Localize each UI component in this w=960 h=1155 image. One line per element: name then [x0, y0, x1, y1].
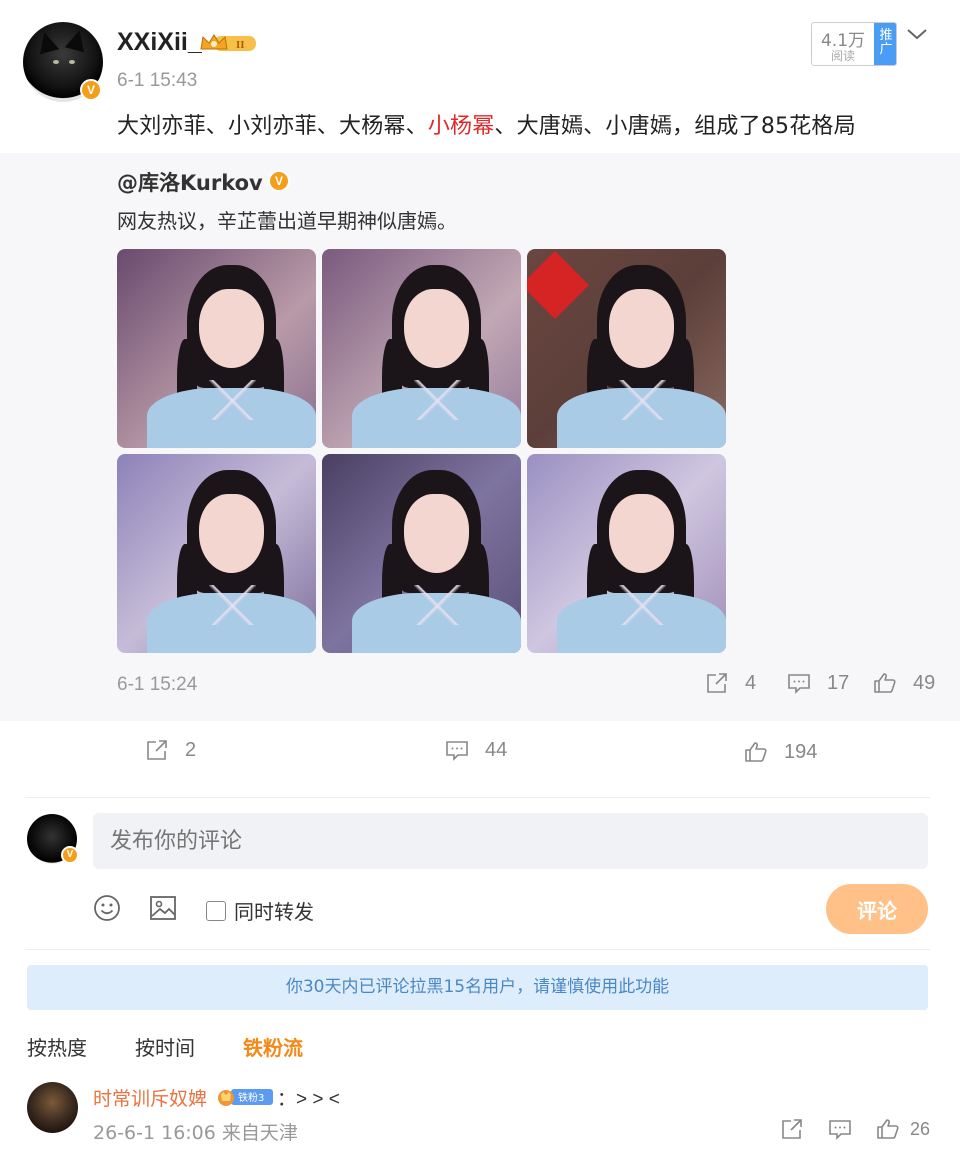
photo-5[interactable] [322, 454, 521, 653]
comment-like-button[interactable]: 26 [876, 1117, 930, 1141]
photo-3[interactable] [527, 249, 726, 448]
thumbs-up-icon [877, 1119, 899, 1139]
read-count-box[interactable]: 4.1万 阅读 推广 [811, 22, 897, 66]
repost-share-count: 4 [745, 671, 757, 694]
post-text-part: 、大唐嫣、小唐嫣，组成了85花格局 [494, 114, 856, 139]
comment-icon [446, 741, 468, 761]
checkbox-box[interactable] [206, 900, 226, 921]
chevron-down-icon[interactable] [906, 25, 928, 43]
repost-author-name[interactable]: @库洛Kurkov [117, 171, 263, 195]
svg-text:II: II [236, 39, 245, 51]
share-count: 2 [185, 738, 197, 761]
comment-icon [829, 1120, 851, 1140]
thumbs-up-icon [745, 742, 767, 762]
comment-meta: 26-6-1 16:06 来自天津 [93, 1122, 298, 1144]
photo-4[interactable] [117, 454, 316, 653]
blacklist-notice: 你30天内已评论拉黑15名用户，请谨慎使用此功能 [27, 965, 928, 1010]
submit-comment-button[interactable]: 评论 [826, 884, 928, 934]
commenter-avatar[interactable] [27, 1082, 78, 1133]
repost-share-button[interactable]: 4 [705, 671, 756, 695]
thumbs-up-icon [874, 673, 896, 693]
share-button[interactable]: 2 [145, 738, 196, 762]
fan-badge: 铁粉3 [218, 1089, 273, 1106]
share-icon [147, 740, 167, 760]
image-icon[interactable] [148, 893, 178, 923]
emoji-icon[interactable] [92, 893, 122, 923]
divider [25, 797, 930, 798]
comment-share-button[interactable] [780, 1117, 804, 1141]
vip-crown-icon: II [200, 34, 256, 51]
fan-badge-label: 铁粉3 [238, 1091, 264, 1104]
repost-time[interactable]: 6-1 15:24 [117, 674, 197, 696]
share-icon [782, 1119, 802, 1139]
comment-count: 44 [485, 738, 508, 761]
divider [25, 949, 930, 950]
post-text-part: 大刘亦菲、小刘亦菲、大杨幂、 [117, 114, 428, 139]
photo-2[interactable] [322, 249, 521, 448]
sort-by-hot-tab[interactable]: 按热度 [27, 1032, 87, 1061]
repost-text: 网友热议，辛芷蕾出道早期神似唐嫣。 [117, 209, 457, 233]
post-time[interactable]: 6-1 15:43 [117, 70, 197, 92]
like-button[interactable]: 194 [744, 740, 817, 764]
photo-6[interactable] [527, 454, 726, 653]
comment-input[interactable] [93, 813, 928, 869]
verified-badge-icon: V [61, 846, 79, 864]
repost-like-count: 49 [913, 671, 936, 694]
like-count: 194 [784, 740, 818, 763]
photo-1[interactable] [117, 249, 316, 448]
commenter-name[interactable]: 时常训斥奴婢 [93, 1084, 207, 1111]
repost-author[interactable]: @库洛Kurkov [117, 167, 263, 197]
share-icon [707, 673, 727, 693]
photo-grid [117, 249, 727, 653]
comment-like-count: 26 [910, 1118, 931, 1139]
sort-by-time-tab[interactable]: 按时间 [135, 1032, 195, 1061]
repost-like-button[interactable]: 49 [873, 671, 935, 695]
repost-comment-count: 17 [827, 671, 850, 694]
reposted-card: @库洛Kurkov V 网友热议，辛芷蕾出道早期神似唐嫣。 6-1 15:24 … [0, 153, 960, 721]
repost-comment-button[interactable]: 17 [787, 671, 849, 695]
post-text-highlight[interactable]: 小杨幂 [428, 114, 495, 139]
comment-button[interactable]: 44 [445, 738, 507, 762]
read-label: 阅读 [830, 49, 855, 63]
author-name[interactable]: XXiXii_ [117, 28, 202, 57]
post-text: 大刘亦菲、小刘亦菲、大杨幂、小杨幂、大唐嫣、小唐嫣，组成了85花格局 [117, 108, 856, 140]
also-repost-label: 同时转发 [234, 900, 314, 924]
also-repost-checkbox[interactable]: 同时转发 [206, 896, 314, 925]
promote-button[interactable]: 推广 [874, 23, 896, 65]
verified-badge-icon: V [80, 79, 102, 101]
comment-icon [788, 674, 810, 694]
verified-badge-icon: V [268, 170, 290, 192]
comment-reply-button[interactable] [828, 1117, 852, 1141]
comment-text: ：> > < [277, 1089, 340, 1110]
sort-by-fans-tab[interactable]: 铁粉流 [243, 1032, 303, 1061]
